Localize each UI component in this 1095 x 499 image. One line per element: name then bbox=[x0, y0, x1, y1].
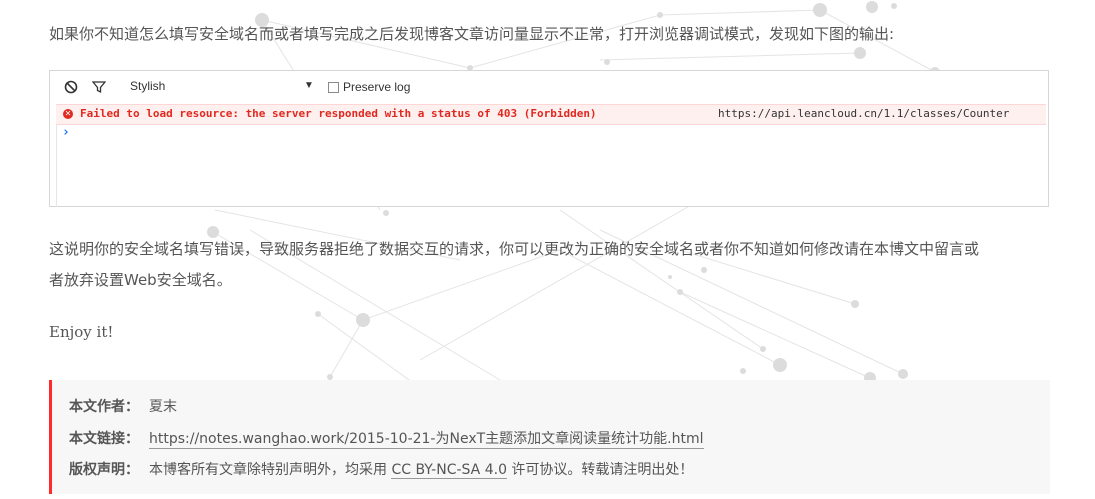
context-select: Stylish bbox=[130, 79, 166, 93]
clear-console-icon bbox=[64, 80, 78, 94]
post-permalink[interactable]: https://notes.wanghao.work/2015-10-21-为N… bbox=[149, 428, 704, 449]
explanation-line-2: 者放弃设置Web安全域名。 bbox=[49, 271, 232, 289]
console-prompt: › bbox=[62, 125, 70, 140]
error-source-url: https://api.leancloud.cn/1.1/classes/Cou… bbox=[718, 107, 1010, 120]
author-row: 本文作者： 夏末 bbox=[69, 396, 177, 416]
preserve-log-checkbox bbox=[328, 81, 339, 93]
link-label: 本文链接： bbox=[69, 431, 139, 447]
link-row: 本文链接： https://notes.wanghao.work/2015-10… bbox=[69, 428, 704, 449]
license-suffix: 许可协议。转载请注明出处！ bbox=[506, 462, 694, 478]
license-link[interactable]: CC BY-NC-SA 4.0 bbox=[391, 462, 507, 479]
license-label: 版权声明： bbox=[69, 462, 139, 478]
error-icon: ✕ bbox=[63, 109, 73, 119]
console-error-row: ✕ Failed to load resource: the server re… bbox=[56, 104, 1046, 125]
devtools-console-screenshot: Stylish ▼ Preserve log ✕ Failed to load … bbox=[49, 70, 1049, 207]
closing-paragraph: Enjoy it! bbox=[49, 323, 114, 341]
explanation-line-1: 这说明你的安全域名填写错误，导致服务器拒绝了数据交互的请求，你可以更改为正确的安… bbox=[49, 240, 980, 258]
explanation-paragraph: 这说明你的安全域名填写错误，导致服务器拒绝了数据交互的请求，你可以更改为正确的安… bbox=[49, 234, 1059, 296]
author-label: 本文作者： bbox=[69, 399, 139, 415]
preserve-log-option: Preserve log bbox=[328, 80, 410, 94]
chevron-down-icon: ▼ bbox=[304, 80, 314, 91]
license-prefix: 本博客所有文章除特别声明外，均采用 bbox=[149, 462, 392, 478]
post-copyright-block: 本文作者： 夏末 本文链接： https://notes.wanghao.wor… bbox=[49, 380, 1050, 494]
intro-paragraph: 如果你不知道怎么填写安全域名而或者填写完成之后发现博客文章访问量显示不正常，打开… bbox=[49, 25, 895, 43]
author-name: 夏末 bbox=[149, 399, 177, 415]
error-message: Failed to load resource: the server resp… bbox=[80, 107, 597, 120]
preserve-log-label: Preserve log bbox=[343, 80, 411, 94]
license-row: 版权声明： 本博客所有文章除特别声明外，均采用 CC BY-NC-SA 4.0 … bbox=[69, 459, 693, 479]
console-toolbar: Stylish ▼ Preserve log bbox=[50, 71, 1048, 103]
filter-icon bbox=[92, 81, 106, 94]
